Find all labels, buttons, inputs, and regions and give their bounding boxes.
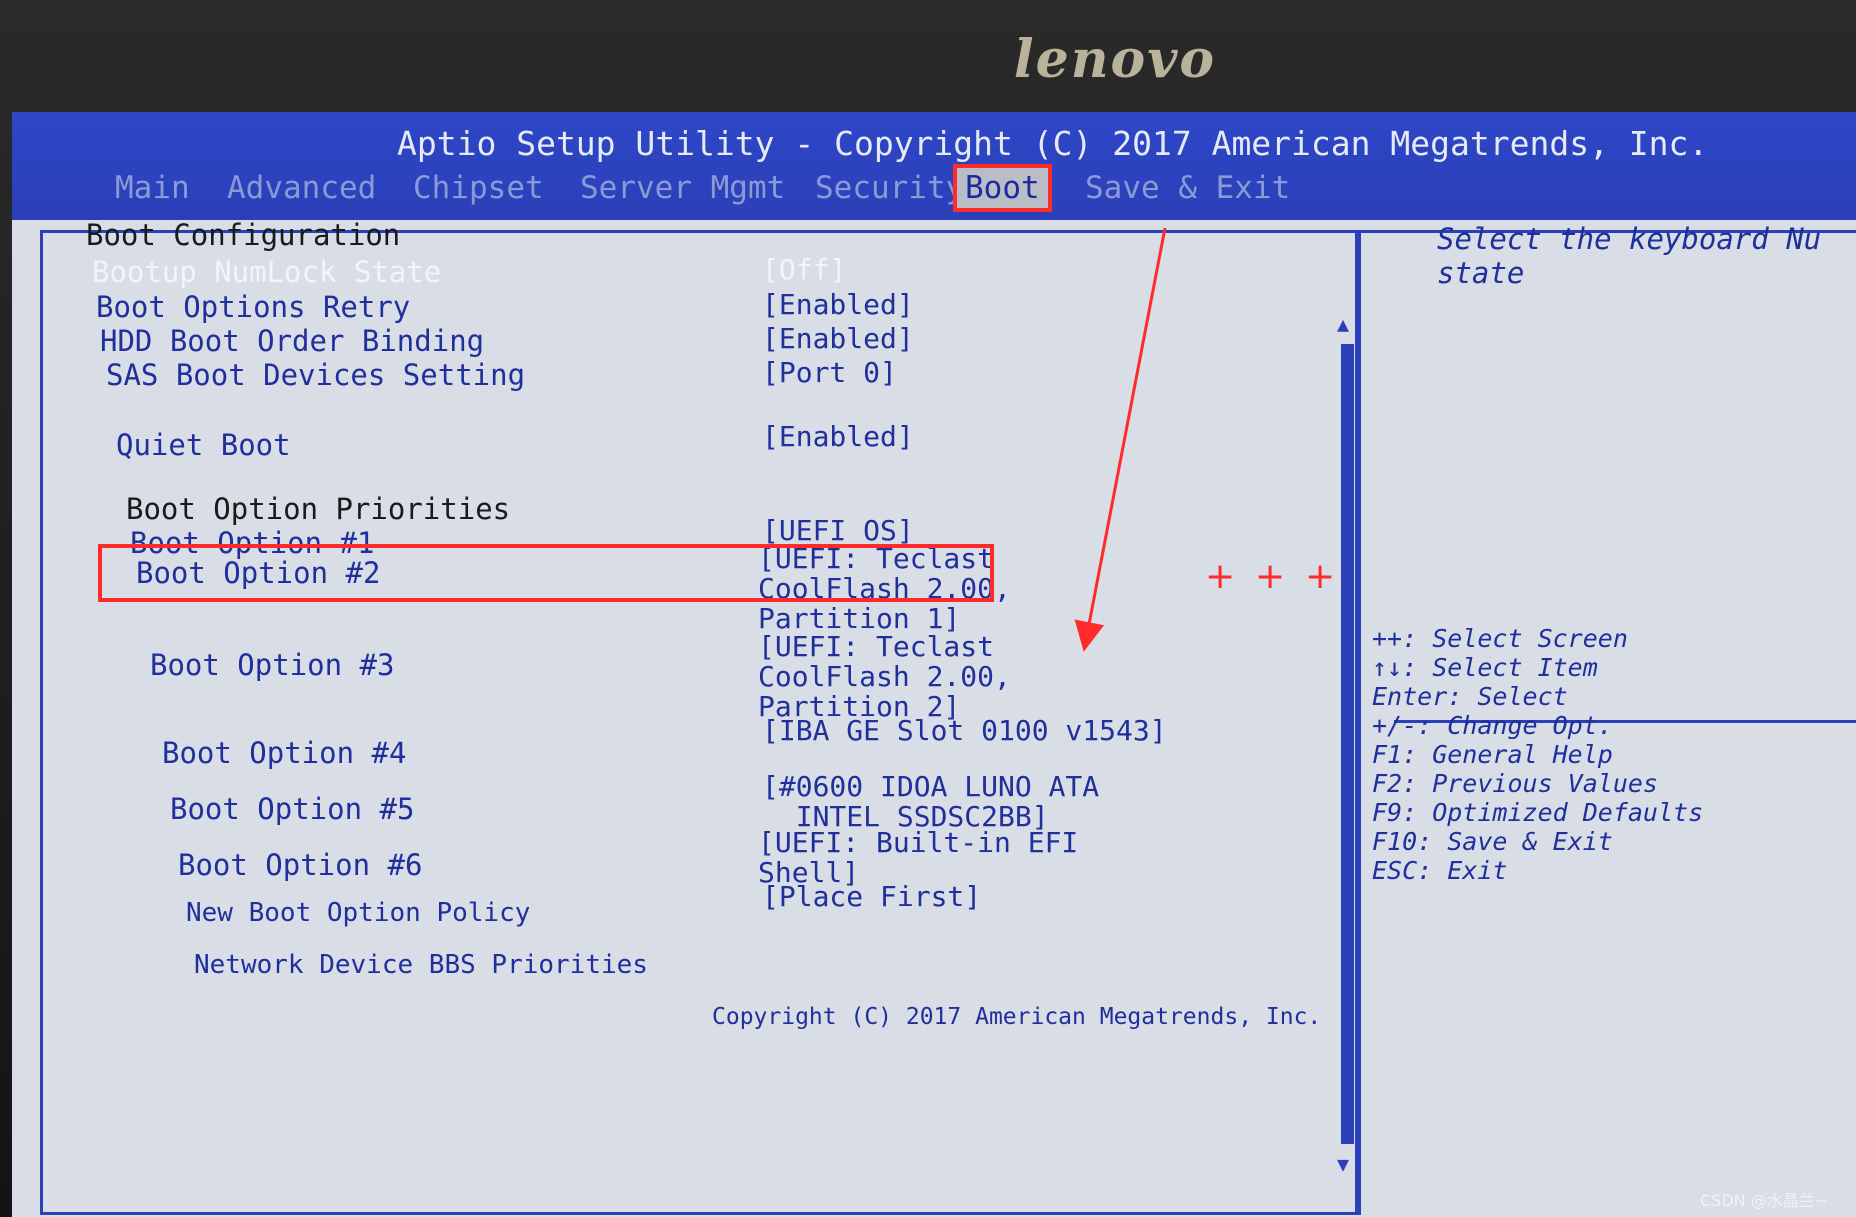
numlock-value[interactable]: [Off] bbox=[762, 255, 846, 285]
numlock-label[interactable]: Bootup NumLock State bbox=[92, 255, 441, 289]
boot-option-3-label[interactable]: Boot Option #3 bbox=[150, 648, 394, 682]
bios-screen: Aptio Setup Utility - Copyright (C) 2017… bbox=[12, 112, 1856, 1217]
bios-header: Aptio Setup Utility - Copyright (C) 2017… bbox=[12, 112, 1856, 220]
scroll-up-icon[interactable]: ▲ bbox=[1337, 312, 1349, 336]
boot-option-6-label[interactable]: Boot Option #6 bbox=[178, 848, 422, 882]
tab-server-mgmt[interactable]: Server Mgmt bbox=[572, 168, 793, 208]
boot-option-5-label[interactable]: Boot Option #5 bbox=[170, 792, 414, 826]
tab-save-exit[interactable]: Save & Exit bbox=[1077, 168, 1298, 208]
tab-main[interactable]: Main bbox=[107, 168, 198, 208]
hdd-boot-order-value[interactable]: [Enabled] bbox=[762, 324, 914, 354]
key-legend: ++: Select Screen ↑↓: Select Item Enter:… bbox=[1372, 624, 1704, 885]
tab-security[interactable]: Security bbox=[807, 168, 972, 208]
bios-footer: Copyright (C) 2017 American Megatrends, … bbox=[712, 1004, 1322, 1030]
quiet-boot-label[interactable]: Quiet Boot bbox=[116, 428, 291, 462]
help-description: Select the keyboard Nu state bbox=[1437, 222, 1822, 290]
boot-option-5-value[interactable]: [#0600 IDOA LUNO ATA INTEL SSDSC2BB] bbox=[762, 772, 1099, 832]
scroll-down-icon[interactable]: ▼ bbox=[1337, 1152, 1349, 1176]
plus-mark-2: + bbox=[1255, 556, 1286, 597]
lenovo-logo: lenovo bbox=[1013, 29, 1217, 90]
watermark: CSDN @水晶兰~ bbox=[1700, 1191, 1829, 1210]
priorities-title: Boot Option Priorities bbox=[126, 492, 511, 526]
sas-boot-devices-label[interactable]: SAS Boot Devices Setting bbox=[106, 358, 525, 392]
tab-chipset[interactable]: Chipset bbox=[405, 168, 552, 208]
section-title: Boot Configuration bbox=[86, 218, 401, 252]
hdd-boot-order-label[interactable]: HDD Boot Order Binding bbox=[100, 324, 484, 358]
scroll-thumb[interactable] bbox=[1341, 344, 1354, 1144]
quiet-boot-value[interactable]: [Enabled] bbox=[762, 422, 914, 452]
new-boot-option-policy-value[interactable]: [Place First] bbox=[762, 882, 981, 912]
boot-options-retry-value[interactable]: [Enabled] bbox=[762, 290, 914, 320]
bios-title: Aptio Setup Utility - Copyright (C) 2017… bbox=[397, 124, 1709, 163]
plus-mark-3: + bbox=[1305, 556, 1336, 597]
tab-advanced[interactable]: Advanced bbox=[219, 168, 384, 208]
sas-boot-devices-value[interactable]: [Port 0] bbox=[762, 358, 897, 388]
boot-option-4-label[interactable]: Boot Option #4 bbox=[162, 736, 406, 770]
scrollbar[interactable]: ▲ ▼ bbox=[1337, 312, 1357, 1202]
network-bbs-priorities-label[interactable]: Network Device BBS Priorities bbox=[194, 950, 648, 980]
new-boot-option-policy-label[interactable]: New Boot Option Policy bbox=[186, 898, 530, 928]
plus-mark-1: + bbox=[1205, 556, 1236, 597]
boot-option-2-highlight bbox=[98, 544, 994, 602]
boot-option-4-value[interactable]: [IBA GE Slot 0100 v1543] bbox=[762, 716, 1167, 746]
tab-boot[interactable]: Boot bbox=[953, 164, 1052, 212]
boot-option-6-value[interactable]: [UEFI: Built-in EFI Shell] bbox=[758, 828, 1078, 888]
boot-options-retry-label[interactable]: Boot Options Retry bbox=[96, 290, 410, 324]
boot-option-3-value[interactable]: [UEFI: Teclast CoolFlash 2.00, Partition… bbox=[758, 632, 1011, 722]
